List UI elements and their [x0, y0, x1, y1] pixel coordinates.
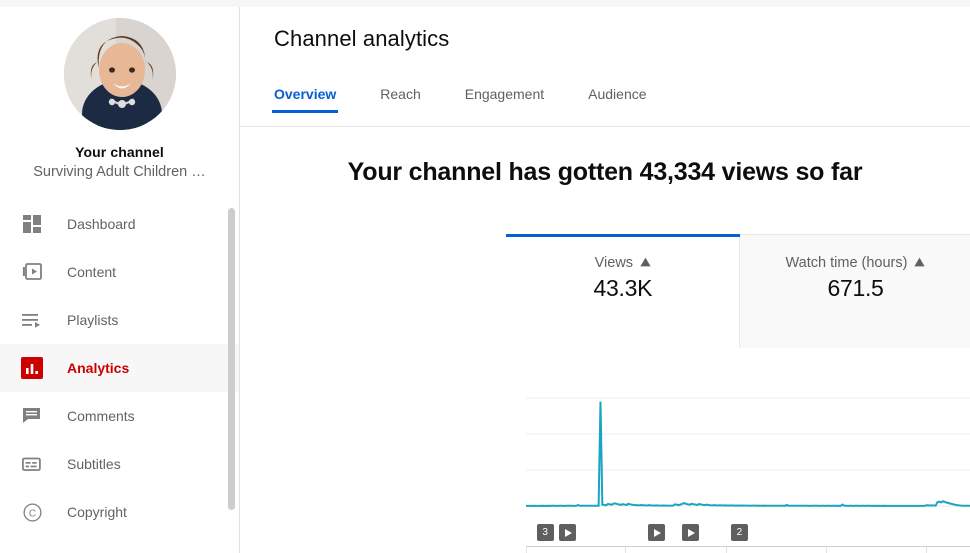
sidebar-item-content[interactable]: Content — [0, 248, 239, 296]
play-triangle-icon — [687, 528, 695, 537]
sidebar-item-copyright[interactable]: C Copyright — [0, 488, 239, 536]
chart-canvas — [525, 397, 970, 507]
x-axis-tick — [826, 547, 827, 553]
x-axis-ticks — [526, 547, 970, 553]
sidebar: Your channel Surviving Adult Children … … — [0, 0, 240, 553]
playlists-icon — [12, 312, 52, 328]
tab-reach[interactable]: Reach — [380, 86, 420, 113]
sidebar-item-dashboard[interactable]: Dashboard — [0, 200, 239, 248]
play-triangle-icon — [564, 528, 572, 537]
metric-card-views[interactable]: Views 43.3K — [506, 234, 740, 348]
channel-block: Your channel Surviving Adult Children … — [0, 0, 239, 180]
sidebar-item-label: Copyright — [67, 504, 127, 520]
metric-value: 43.3K — [593, 275, 653, 301]
trend-up-triangle — [640, 255, 651, 271]
sidebar-item-label: Subtitles — [67, 456, 121, 472]
video-marker-play-icon[interactable] — [558, 524, 576, 541]
subtitles-icon — [12, 457, 52, 472]
tabs-divider — [240, 126, 970, 127]
your-channel-label: Your channel — [75, 144, 164, 160]
top-strip — [0, 0, 970, 7]
analytics-bar-chart-icon — [12, 357, 52, 379]
analytics-tabs: Overview Reach Engagement Audience — [271, 86, 691, 113]
sidebar-item-comments[interactable]: Comments — [0, 392, 239, 440]
comments-icon — [12, 407, 52, 425]
metric-label: Watch time (hours) — [785, 255, 908, 271]
metric-card-watch-time[interactable]: Watch time (hours) 671.5 — [739, 235, 970, 348]
main-content: Channel analytics Overview Reach Engagem… — [240, 0, 970, 553]
channel-name: Surviving Adult Children … — [33, 164, 206, 180]
sidebar-nav: Dashboard Content Playlists Analytics Co… — [0, 200, 239, 536]
tab-engagement[interactable]: Engagement — [465, 86, 544, 113]
sidebar-item-label: Analytics — [67, 360, 130, 376]
x-axis-tick — [926, 547, 928, 553]
play-triangle-icon — [653, 528, 661, 537]
page-title: Channel analytics — [274, 26, 450, 51]
svg-text:C: C — [28, 508, 35, 519]
video-marker-count-badge[interactable]: 2 — [730, 524, 748, 541]
youtube-studio-analytics-page: Your channel Surviving Adult Children … … — [0, 0, 970, 553]
sidebar-item-label: Dashboard — [67, 216, 136, 232]
dashboard-icon — [12, 214, 52, 234]
metric-card-label-wrap: Views — [507, 255, 739, 271]
views-chart[interactable]: 4.5K 3.0K 1.5K 0 32 — [507, 372, 970, 553]
sidebar-item-label: Playlists — [67, 312, 119, 328]
tab-overview[interactable]: Overview — [271, 86, 339, 113]
sidebar-item-label: Content — [67, 264, 117, 280]
video-marker-play-icon[interactable] — [681, 524, 699, 541]
tab-audience[interactable]: Audience — [588, 86, 646, 113]
metric-cards: Views 43.3K Watch time (hours) 671.5 — [506, 234, 970, 348]
video-marker-count-badge[interactable]: 3 — [536, 524, 554, 541]
x-axis-tick — [526, 547, 527, 553]
content-video-icon — [12, 263, 52, 281]
channel-avatar-photo — [63, 18, 176, 130]
metric-value: 671.5 — [827, 275, 884, 301]
x-axis-tick — [625, 547, 626, 553]
sidebar-scrollbar-thumb[interactable] — [228, 208, 235, 510]
sidebar-item-playlists[interactable]: Playlists — [0, 296, 239, 344]
headline: Your channel has gotten 43,334 views so … — [347, 158, 863, 186]
metric-card-label-wrap: Watch time (hours) — [740, 255, 970, 271]
copyright-icon: C — [12, 502, 52, 522]
sidebar-item-subtitles[interactable]: Subtitles — [0, 440, 239, 488]
metric-label: Views — [594, 255, 634, 271]
sidebar-scrollbar[interactable] — [228, 208, 235, 510]
sidebar-item-label: Comments — [67, 408, 135, 424]
sidebar-item-analytics[interactable]: Analytics — [0, 344, 239, 392]
trend-up-triangle — [914, 255, 926, 271]
video-marker-play-icon[interactable] — [647, 524, 665, 541]
x-axis-tick — [725, 547, 727, 553]
avatar[interactable] — [63, 18, 176, 130]
